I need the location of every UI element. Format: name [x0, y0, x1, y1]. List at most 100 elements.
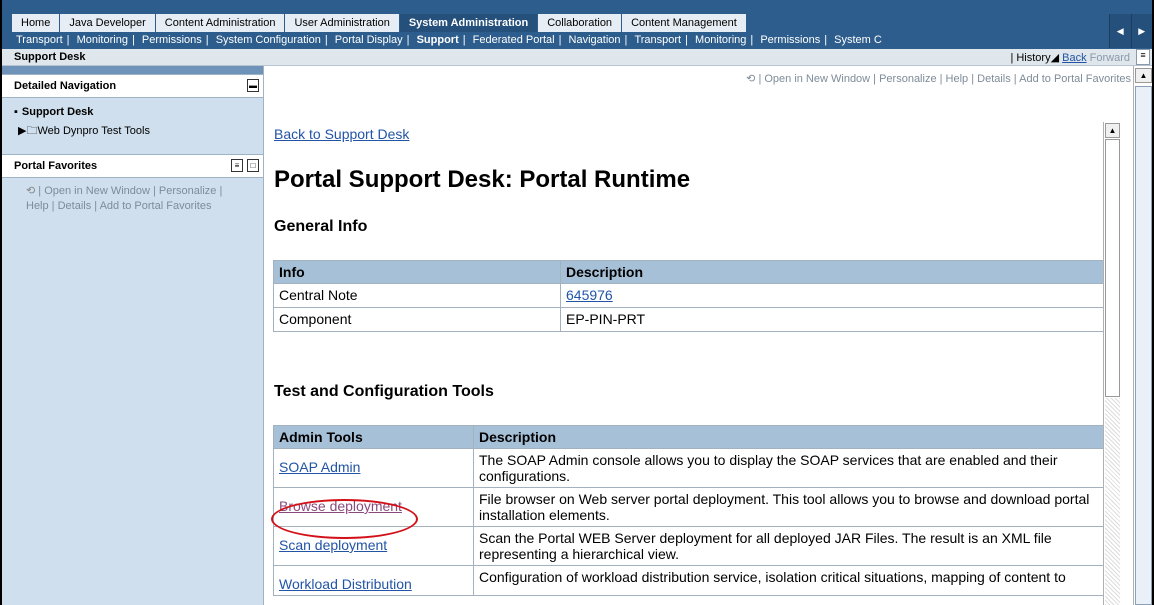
table-row: SOAP Admin The SOAP Admin console allows…: [273, 448, 1105, 488]
back-link[interactable]: Back: [1062, 52, 1086, 64]
highlight-oval: [271, 499, 418, 539]
scroll-right-icon[interactable]: ▶: [1130, 14, 1153, 48]
subnav-transport[interactable]: Transport: [12, 34, 67, 46]
nav-item-label: Support Desk: [21, 106, 94, 118]
content-toolbar: ⟲ | Open in New Window | Personalize | H…: [746, 72, 1131, 85]
separator: |: [824, 34, 828, 46]
back-to-support-desk-link[interactable]: Back to Support Desk: [274, 126, 409, 142]
column-header: Info: [273, 260, 561, 284]
table-cell: 645976: [560, 283, 1105, 308]
table-row: Workload Distribution Configuration of w…: [273, 565, 1105, 596]
sub-navigation: Transport | Monitoring | Permissions | Syst…: [12, 32, 1107, 48]
history-dropdown[interactable]: History: [1016, 52, 1050, 64]
table-cell: Component: [273, 307, 561, 332]
panel-collapse-bar[interactable]: [2, 66, 263, 74]
history-controls: | History◢ Back Forward: [1010, 51, 1130, 64]
table-cell: SOAP Admin: [273, 448, 474, 488]
path-title: Support Desk: [14, 51, 86, 63]
tools-heading: Test and Configuration Tools: [274, 383, 494, 400]
favorites-toolbar: ⟲ | Open in New Window | Personalize | H…: [2, 178, 263, 214]
column-header: Description: [473, 425, 1105, 449]
general-info-table: Info Description Central Note 645976 Com…: [273, 260, 1105, 332]
subnav-federated-portal[interactable]: Federated Portal: [469, 34, 559, 46]
page-scrollbar[interactable]: ▲: [1133, 66, 1152, 605]
separator: |: [406, 34, 410, 46]
scrollbar-thumb[interactable]: [1135, 86, 1152, 605]
top-tabs: Home Java Developer Content Administrati…: [12, 14, 747, 32]
scrollbar-track[interactable]: [1105, 398, 1120, 605]
subnav-support[interactable]: Support: [413, 34, 463, 46]
tab-home[interactable]: Home: [12, 14, 61, 32]
nav-item-label: Web Dynpro Test Tools: [37, 125, 150, 137]
separator: |: [750, 34, 754, 46]
portal-favorites-header: Portal Favorites ≡ □: [2, 154, 263, 178]
separator: |: [624, 34, 628, 46]
table-header-row: Info Description: [273, 260, 1105, 284]
column-header: Admin Tools: [273, 425, 474, 449]
tab-content-administration[interactable]: Content Administration: [155, 14, 286, 32]
maximize-icon[interactable]: □: [247, 159, 259, 172]
path-bar: Support Desk | History◢ Back Forward ≡: [2, 49, 1152, 66]
scroll-up-icon[interactable]: ▲: [1105, 123, 1120, 138]
tab-content-management[interactable]: Content Management: [622, 14, 747, 32]
subnav-portal-display[interactable]: Portal Display: [331, 34, 407, 46]
nav-item-web-dynpro[interactable]: ▶🗀Web Dynpro Test Tools: [14, 122, 263, 141]
tab-java-developer[interactable]: Java Developer: [60, 14, 156, 32]
table-cell: Scan the Portal WEB Server deployment fo…: [473, 526, 1105, 566]
nav-item-support-desk[interactable]: ▪ Support Desk: [14, 106, 263, 118]
tab-system-administration[interactable]: System Administration: [399, 14, 539, 32]
central-note-link[interactable]: 645976: [566, 287, 613, 303]
scrollbar-thumb[interactable]: [1105, 139, 1120, 397]
table-row: Central Note 645976: [273, 283, 1105, 308]
tab-collaboration[interactable]: Collaboration: [538, 14, 623, 32]
subnav-system-configuration[interactable]: System Configuration: [212, 34, 325, 46]
scroll-up-icon[interactable]: ▲: [1135, 68, 1152, 83]
content-scrollbar[interactable]: ▲: [1103, 122, 1120, 605]
main-content: ⟲ | Open in New Window | Personalize | H…: [264, 66, 1133, 605]
page-title: Portal Support Desk: Portal Runtime: [274, 166, 691, 193]
refresh-icon[interactable]: ⟲: [26, 185, 35, 197]
favorites-links-line2[interactable]: Help | Details | Add to Portal Favorites: [26, 199, 257, 214]
minimize-icon[interactable]: ▬: [247, 79, 259, 92]
subnav-system-c[interactable]: System C: [830, 34, 886, 46]
content-toolbar-links[interactable]: | Open in New Window | Personalize | Hel…: [758, 73, 1131, 85]
refresh-icon[interactable]: ⟲: [746, 73, 755, 85]
scan-deployment-link[interactable]: Scan deployment: [279, 537, 387, 553]
scroll-left-icon[interactable]: ◀: [1109, 14, 1131, 48]
detailed-navigation: ▪ Support Desk ▶🗀Web Dynpro Test Tools: [2, 98, 263, 154]
general-info-heading: General Info: [274, 218, 368, 235]
left-panel: Detailed Navigation ▬ ▪ Support Desk ▶🗀We…: [2, 66, 264, 605]
workload-distribution-link[interactable]: Workload Distribution: [279, 576, 412, 592]
options-icon[interactable]: ≡: [231, 159, 243, 172]
table-cell: EP-PIN-PRT: [560, 307, 1105, 332]
detailed-navigation-header: Detailed Navigation ▬: [2, 74, 263, 98]
table-cell: Configuration of workload distribution s…: [473, 565, 1105, 596]
detailed-navigation-title: Detailed Navigation: [14, 80, 117, 92]
separator: |: [205, 34, 209, 46]
table-cell: The SOAP Admin console allows you to dis…: [473, 448, 1105, 488]
separator: |: [558, 34, 562, 46]
dropdown-triangle-icon[interactable]: ◢: [1051, 52, 1059, 64]
table-cell: Central Note: [273, 283, 561, 308]
separator: |: [66, 34, 70, 46]
tab-user-administration[interactable]: User Administration: [285, 14, 400, 32]
subnav-monitoring[interactable]: Monitoring: [73, 34, 132, 46]
subnav-monitoring-2[interactable]: Monitoring: [691, 34, 750, 46]
table-cell: File browser on Web server portal deploy…: [473, 487, 1105, 527]
portal-favorites-title: Portal Favorites: [14, 160, 98, 172]
subnav-permissions[interactable]: Permissions: [138, 34, 206, 46]
column-header: Description: [560, 260, 1105, 284]
forward-link: Forward: [1089, 52, 1130, 64]
browser-frame: Home Java Developer Content Administrati…: [0, 0, 1154, 605]
favorites-links-line1[interactable]: | Open in New Window | Personalize |: [38, 185, 222, 197]
separator: |: [462, 34, 466, 46]
separator: |: [324, 34, 328, 46]
page-menu-icon[interactable]: ≡: [1136, 49, 1150, 65]
top-navigation: Home Java Developer Content Administrati…: [2, 0, 1152, 49]
soap-admin-link[interactable]: SOAP Admin: [279, 459, 360, 475]
separator: |: [131, 34, 135, 46]
subnav-navigation[interactable]: Navigation: [565, 34, 625, 46]
table-cell: Workload Distribution: [273, 565, 474, 596]
subnav-transport-2[interactable]: Transport: [630, 34, 685, 46]
subnav-permissions-2[interactable]: Permissions: [756, 34, 824, 46]
